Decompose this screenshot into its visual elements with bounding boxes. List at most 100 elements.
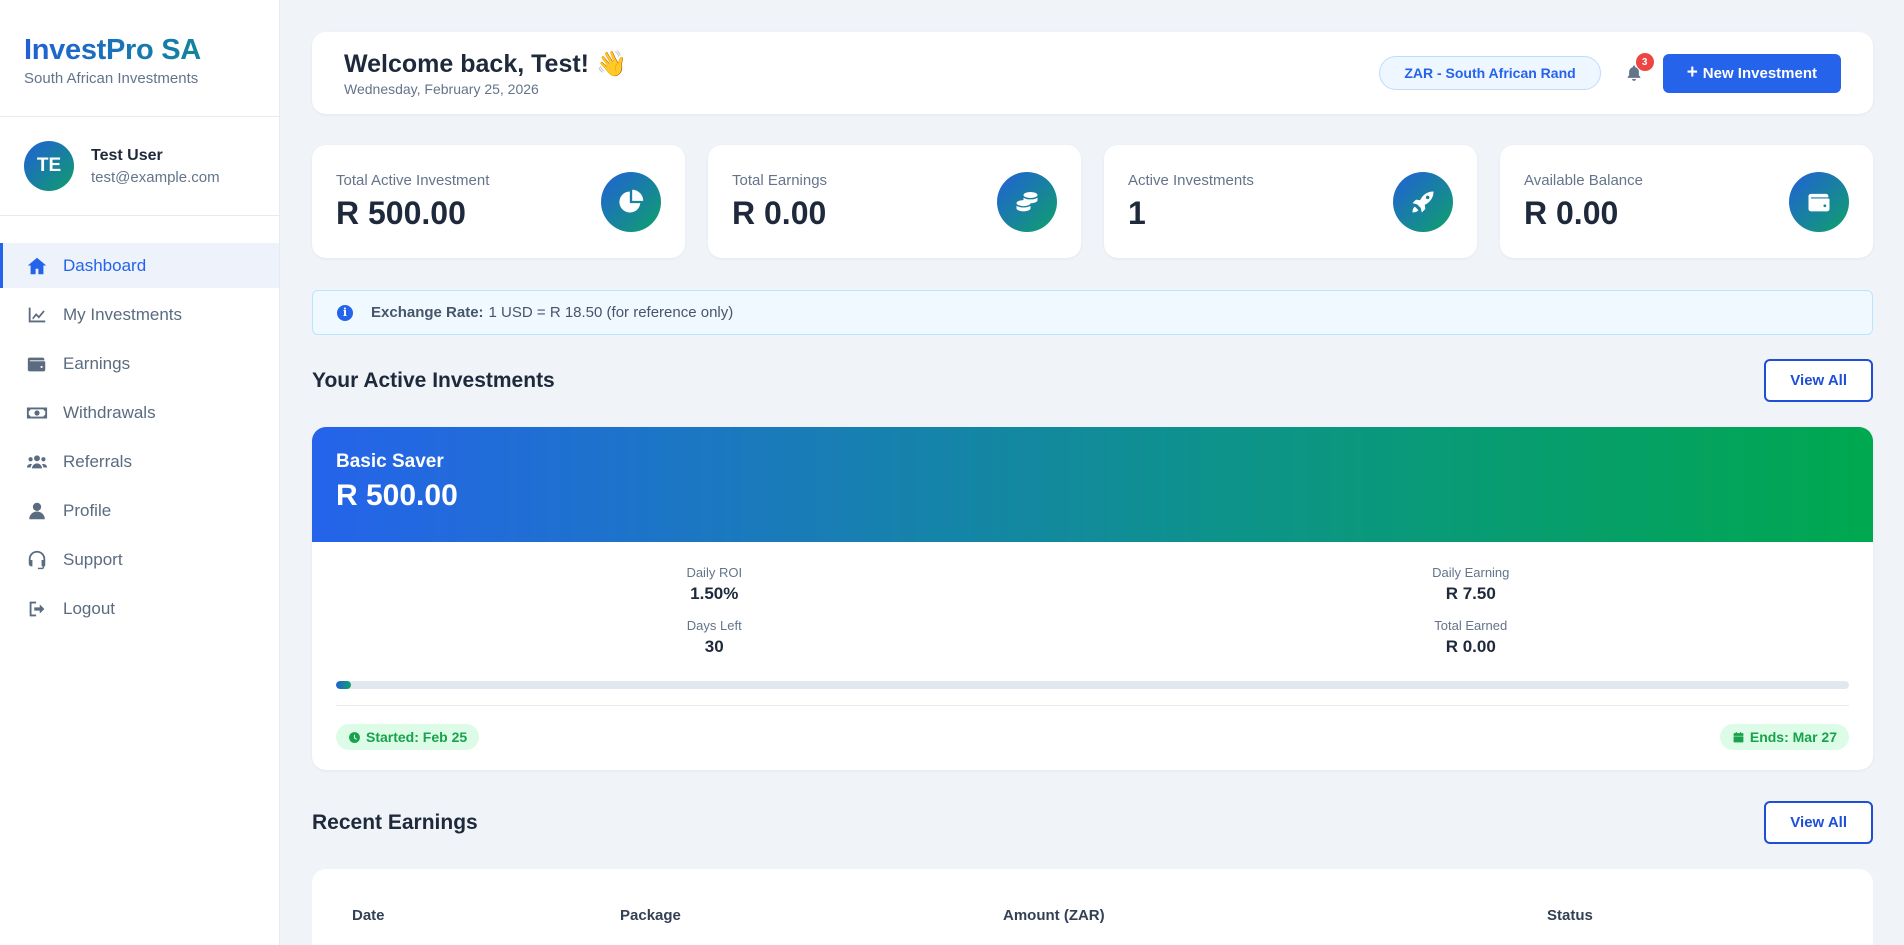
- column-header-date[interactable]: Date: [352, 907, 620, 924]
- avatar[interactable]: TE: [24, 141, 74, 191]
- metric-value: 1.50%: [690, 584, 739, 603]
- investment-package-name: Basic Saver: [336, 451, 444, 472]
- exchange-rate-label: Exchange Rate:: [371, 304, 484, 321]
- brand-name[interactable]: InvestPro SA: [24, 34, 255, 67]
- notifications-button[interactable]: 3: [1623, 53, 1654, 84]
- sidebar-item-withdrawals[interactable]: Withdrawals: [0, 390, 279, 435]
- user-email: test@example.com: [91, 168, 220, 186]
- stat-card-total-active-investment: Total Active Investment R 500.00: [312, 145, 685, 258]
- users-icon: [26, 451, 48, 473]
- page-title: Welcome back, Test! 👋: [344, 49, 628, 78]
- earnings-table: Date Package Amount (ZAR) Status: [312, 869, 1873, 945]
- investment-amount: R 500.00: [336, 479, 458, 512]
- sidebar-item-label: Withdrawals: [63, 402, 156, 422]
- metric-value: 30: [704, 637, 724, 656]
- sidebar-item-label: Earnings: [63, 353, 131, 373]
- end-date-badge: Ends: Mar 27: [1719, 724, 1849, 750]
- sidebar-item-my-investments[interactable]: My Investments: [0, 292, 279, 337]
- sidebar-item-logout[interactable]: Logout: [0, 586, 279, 631]
- start-date-badge: Started: Feb 25: [336, 724, 480, 750]
- stat-label: Available Balance: [1524, 171, 1643, 189]
- main-content: Welcome back, Test! 👋 Wednesday, Februar…: [312, 32, 1873, 945]
- stat-card-active-investments: Active Investments 1: [1104, 145, 1477, 258]
- recent-earnings-section: Recent Earnings View All Date Package Am…: [312, 801, 1873, 945]
- investment-card-header: Basic Saver R 500.00: [312, 427, 1873, 542]
- stat-card-available-balance: Available Balance R 0.00: [1500, 145, 1873, 258]
- stat-label: Active Investments: [1128, 171, 1254, 189]
- metric-label: Days Left: [686, 618, 742, 633]
- section-title: Your Active Investments: [312, 368, 555, 392]
- stat-label: Total Active Investment: [336, 171, 490, 189]
- stat-card-total-earnings: Total Earnings R 0.00: [708, 145, 1081, 258]
- sidebar-item-dashboard[interactable]: Dashboard: [0, 243, 279, 288]
- sign-out-icon: [26, 598, 48, 620]
- pie-chart-icon: [601, 171, 661, 232]
- sidebar-item-referrals[interactable]: Referrals: [0, 439, 279, 484]
- sidebar-item-label: My Investments: [63, 304, 183, 324]
- investment-progress-bar: [336, 681, 1849, 689]
- wallet-icon: [26, 353, 48, 375]
- metric-value: R 7.50: [1445, 584, 1496, 603]
- metric-label: Daily Earning: [1432, 565, 1510, 580]
- sidebar-item-label: Logout: [63, 598, 115, 618]
- stat-label: Total Earnings: [732, 171, 828, 189]
- new-investment-button[interactable]: + New Investment: [1662, 53, 1841, 93]
- exchange-rate-notice: i Exchange Rate: 1 USD = R 18.50 (for re…: [312, 290, 1873, 335]
- exchange-rate-text: 1 USD = R 18.50 (for reference only): [488, 304, 734, 321]
- sidebar-item-label: Dashboard: [63, 255, 147, 275]
- brand: InvestPro SA South African Investments: [0, 0, 279, 117]
- investment-progress-fill: [336, 681, 352, 689]
- clock-icon: [349, 731, 360, 743]
- user-icon: [26, 500, 48, 522]
- stat-value: 1: [1128, 194, 1146, 231]
- stats-row: Total Active Investment R 500.00 Total E…: [312, 145, 1873, 258]
- stat-value: R 0.00: [1524, 194, 1619, 231]
- brand-tagline: South African Investments: [24, 70, 199, 87]
- investment-card[interactable]: Basic Saver R 500.00 Daily ROI 1.50% Dai…: [312, 427, 1873, 770]
- home-icon: [26, 255, 48, 277]
- wallet-icon: [1789, 171, 1849, 232]
- column-header-status[interactable]: Status: [1547, 907, 1833, 924]
- metric-days-left: Days Left 30: [336, 618, 1093, 657]
- metric-daily-roi: Daily ROI 1.50%: [336, 565, 1093, 604]
- headset-icon: [26, 549, 48, 571]
- info-icon: i: [337, 304, 353, 321]
- column-header-amount[interactable]: Amount (ZAR): [1003, 907, 1547, 924]
- chart-line-icon: [26, 304, 48, 326]
- sidebar-nav: Dashboard My Investments Earnings Withdr…: [0, 243, 279, 631]
- stat-value: R 500.00: [336, 194, 466, 231]
- notification-count-badge: 3: [1635, 53, 1654, 71]
- view-all-investments-button[interactable]: View All: [1764, 359, 1873, 402]
- sidebar-item-profile[interactable]: Profile: [0, 488, 279, 533]
- metric-daily-earning: Daily Earning R 7.50: [1093, 565, 1850, 604]
- user-name: Test User: [91, 146, 163, 164]
- sidebar-item-label: Support: [63, 549, 123, 569]
- metric-total-earned: Total Earned R 0.00: [1093, 618, 1850, 657]
- view-all-earnings-button[interactable]: View All: [1764, 801, 1873, 844]
- money-bill-icon: [26, 402, 48, 424]
- coins-icon: [997, 171, 1057, 232]
- plus-icon: +: [1686, 62, 1698, 83]
- stat-value: R 0.00: [732, 194, 827, 231]
- sidebar-item-label: Referrals: [63, 451, 132, 471]
- sidebar-item-earnings[interactable]: Earnings: [0, 341, 279, 386]
- metric-value: R 0.00: [1445, 637, 1496, 656]
- user-profile-summary: TE Test User test@example.com: [0, 117, 279, 216]
- table-header-row: Date Package Amount (ZAR) Status: [352, 907, 1833, 924]
- divider: [336, 705, 1849, 706]
- new-investment-label: New Investment: [1702, 64, 1817, 82]
- rocket-icon: [1393, 171, 1453, 232]
- column-header-package[interactable]: Package: [620, 907, 1003, 924]
- sidebar: InvestPro SA South African Investments T…: [0, 0, 280, 945]
- currency-selector[interactable]: ZAR - South African Rand: [1379, 56, 1601, 90]
- current-date: Wednesday, February 25, 2026: [344, 80, 539, 97]
- metric-label: Total Earned: [1434, 618, 1508, 633]
- sidebar-item-label: Profile: [63, 500, 112, 520]
- metric-label: Daily ROI: [686, 565, 743, 580]
- sidebar-item-support[interactable]: Support: [0, 537, 279, 582]
- calendar-icon: [1733, 731, 1744, 742]
- end-date-text: Ends: Mar 27: [1749, 729, 1837, 745]
- section-title: Recent Earnings: [312, 810, 478, 834]
- start-date-text: Started: Feb 25: [366, 729, 468, 745]
- active-investments-section: Your Active Investments View All Basic S…: [312, 359, 1873, 770]
